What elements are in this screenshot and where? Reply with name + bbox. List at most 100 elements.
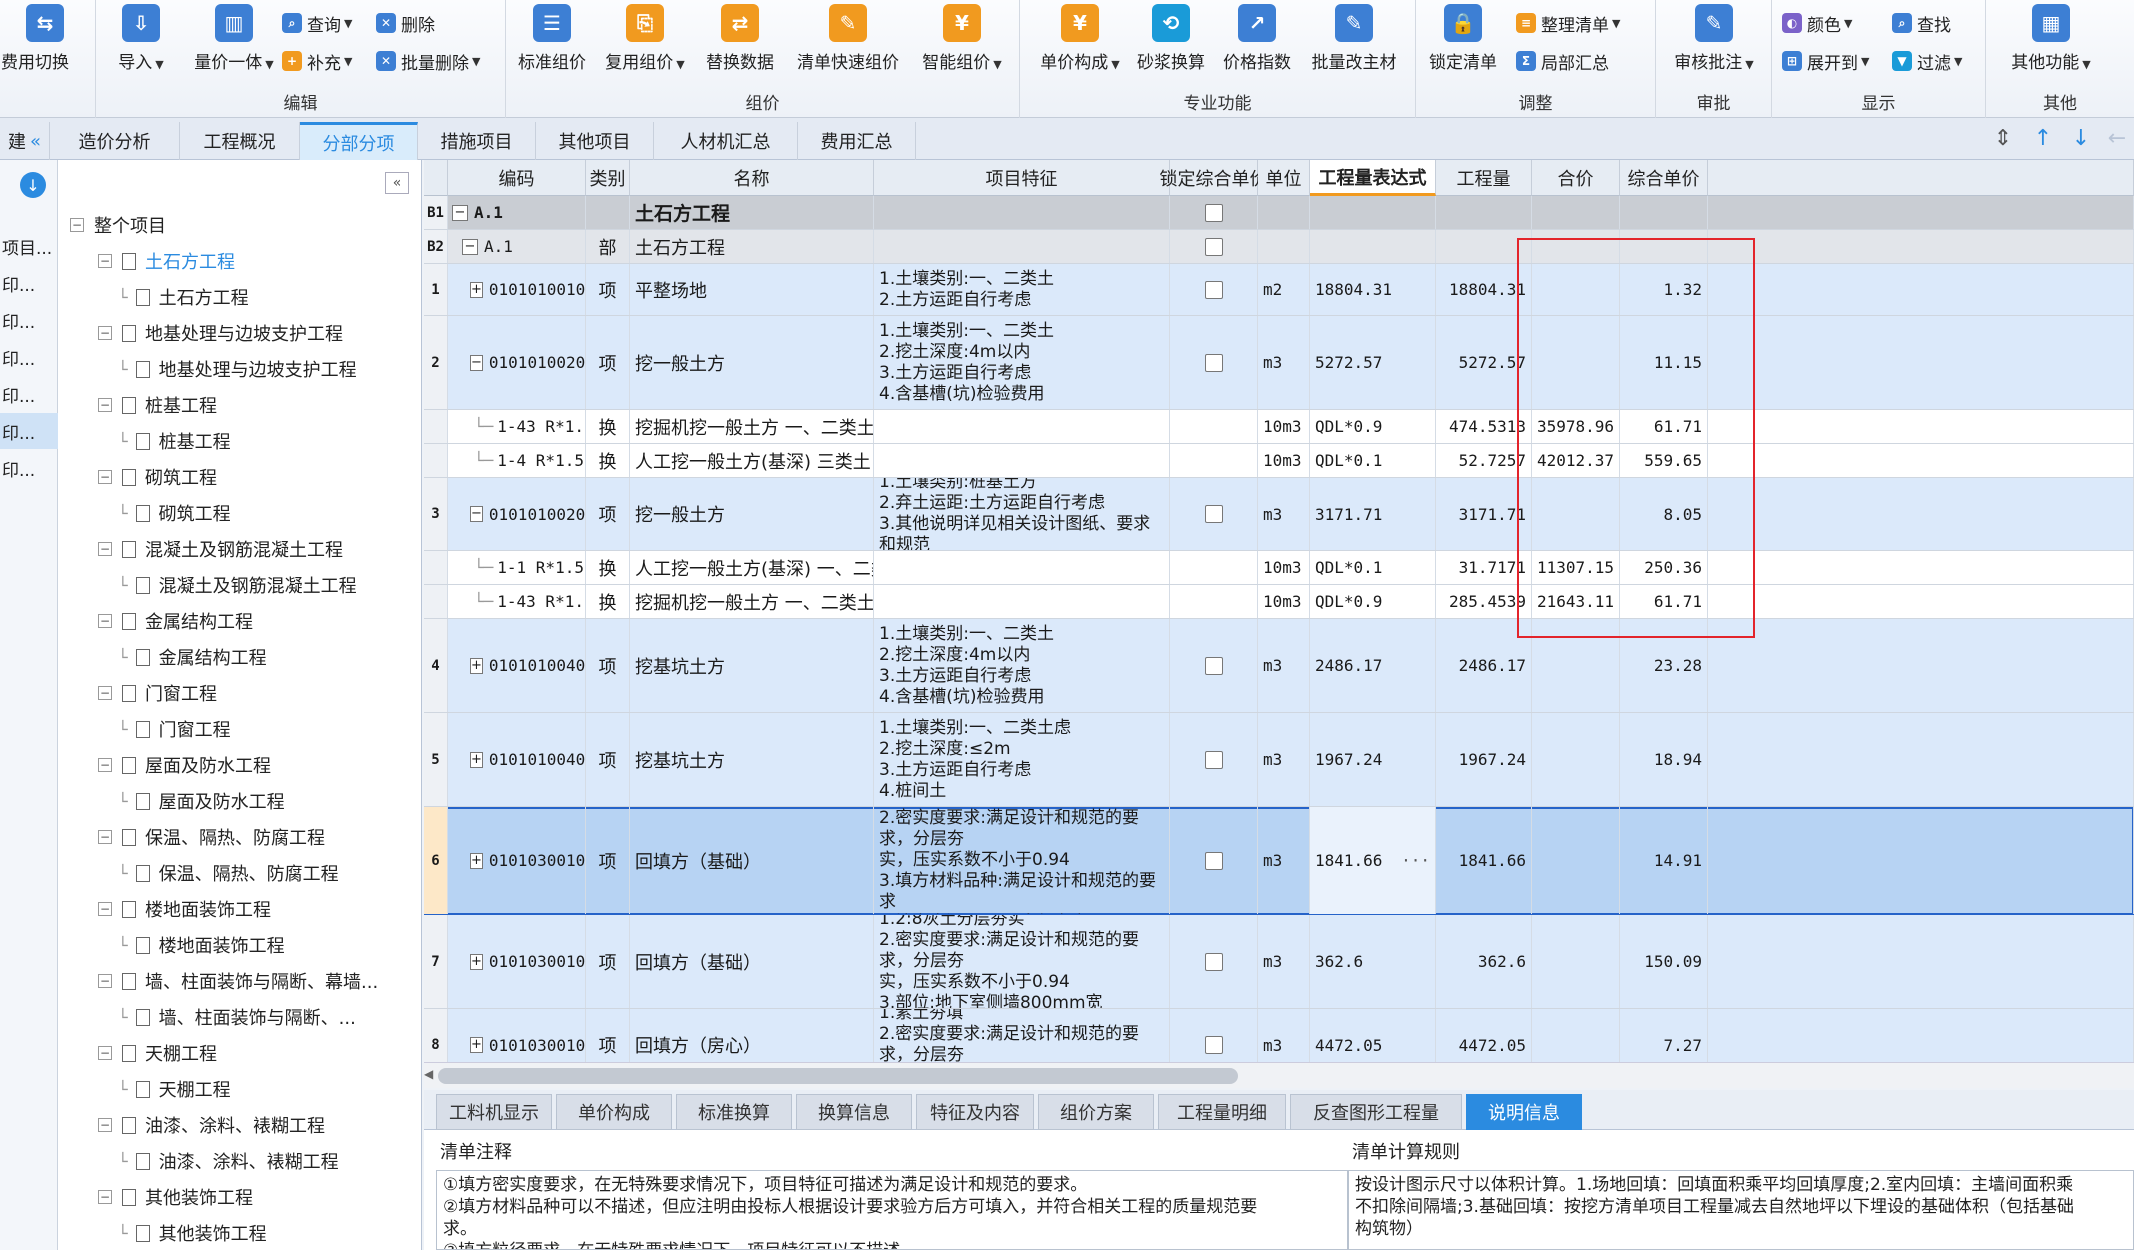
quantity-expression[interactable] — [1310, 230, 1436, 263]
table-row[interactable]: 7+010103001002项回填方（基础）1.2:8灰土分层夯实2.密实度要求… — [424, 915, 2134, 1009]
quantity-expression[interactable]: 2486.17 — [1310, 619, 1436, 712]
row-number[interactable]: 1 — [424, 264, 448, 315]
item-unit-price[interactable]: 23.28 — [1620, 619, 1708, 712]
tab-fee-summary[interactable]: 费用汇总 — [798, 122, 916, 160]
collapse-icon[interactable]: − — [98, 254, 112, 268]
item-quantity[interactable]: 1841.66 — [1436, 807, 1532, 914]
item-type[interactable]: 项 — [586, 1009, 630, 1062]
lock-price-checkbox[interactable] — [1204, 203, 1223, 222]
unit-price-compose-button[interactable]: ¥ 单价构成 ▼ — [1034, 4, 1126, 80]
item-unit-price[interactable]: 14.91 — [1620, 807, 1708, 914]
tree-node[interactable]: − 天棚工程 — [98, 1036, 217, 1070]
item-unit[interactable]: 10m3 — [1258, 551, 1310, 584]
item-features[interactable] — [874, 230, 1170, 263]
lock-price-cell[interactable] — [1170, 478, 1258, 550]
quantity-expression[interactable]: 3171.71 — [1310, 478, 1436, 550]
item-unit-price[interactable]: 61.71 — [1620, 585, 1708, 618]
collapse-icon[interactable]: − — [98, 758, 112, 772]
tree-node[interactable]: − 金属结构工程 — [98, 604, 253, 638]
row-number[interactable]: B1 — [424, 196, 448, 229]
header-row-no[interactable] — [424, 160, 448, 196]
collapse-icon[interactable]: − — [98, 398, 112, 412]
reuse-price-button[interactable]: ⎘ 复用组价 ▼ — [600, 4, 690, 80]
item-unit[interactable]: m3 — [1258, 1009, 1310, 1062]
item-total[interactable]: 35978.96 — [1532, 410, 1620, 443]
item-features[interactable]: 1.土壤类别:一、二类土 2.挖土深度:4m以内 3.土方运距自行考虑 4.含基槽(坑… — [874, 619, 1170, 712]
quantity-expression[interactable] — [1310, 196, 1436, 229]
header-unit-price[interactable]: 综合单价 — [1620, 160, 1708, 196]
item-total[interactable] — [1532, 807, 1620, 914]
quantity-price-button[interactable]: ▥ 量价一体 ▼ — [184, 4, 284, 80]
table-row[interactable]: 2−010101002001项挖一般土方1.土壤类别:一、二类土2.挖土深度:4… — [424, 316, 2134, 410]
item-unit-price[interactable]: 150.09 — [1620, 915, 1708, 1008]
table-row[interactable]: └─1-4 R*1.5换人工挖一般土方(基深) 三类土 ≤4m 10m3 QDL*0… — [424, 444, 2134, 478]
quick-price-button[interactable]: ✎ 清单快速组价 — [792, 4, 904, 80]
smart-price-button[interactable]: ¥ 智能组价 ▼ — [916, 4, 1008, 80]
collapse-icon[interactable]: − — [98, 830, 112, 844]
item-features[interactable] — [874, 444, 1170, 477]
partial-summary-button[interactable]: Σ 局部汇总 — [1516, 46, 1609, 76]
item-unit[interactable]: 10m3 — [1258, 410, 1310, 443]
item-type[interactable]: 换 — [586, 551, 630, 584]
item-unit-price[interactable]: 1.32 — [1620, 264, 1708, 315]
import-button[interactable]: ⇩ 导入 ▼ — [108, 4, 174, 80]
price-index-button[interactable]: ↗ 价格指数 — [1220, 4, 1294, 80]
project-strip-item[interactable]: 印... — [0, 265, 58, 301]
table-row[interactable]: 3−010101002002项挖一般土方1.土壤类别:桩基土方2.弃土运距:土方… — [424, 478, 2134, 551]
item-unit-price[interactable]: 61.71 — [1620, 410, 1708, 443]
table-row[interactable]: └─1-1 R*1.5换人工挖一般土方(基深) 一、二类土 ≤2m 10m3 QDL… — [424, 551, 2134, 585]
item-features[interactable]: 1.土壤类别:桩基土方 2.弃土运距:土方运距自行考虑 3.其他说明详见相关设计图纸… — [874, 478, 1170, 550]
expand-icon[interactable]: + — [470, 657, 483, 674]
item-total[interactable] — [1532, 264, 1620, 315]
tree-node[interactable]: − 砌筑工程 — [98, 460, 217, 494]
quantity-expression[interactable]: QDL*0.9 — [1310, 410, 1436, 443]
query-button[interactable]: ⌕ 查询 ▼ — [282, 8, 352, 38]
item-quantity[interactable]: 31.7171 — [1436, 551, 1532, 584]
item-code[interactable]: └─ 1-4 R*1.5 — [448, 444, 586, 477]
tree-node[interactable]: − 土石方工程 — [98, 244, 235, 278]
row-number[interactable] — [424, 551, 448, 584]
lock-price-checkbox[interactable] — [1204, 750, 1223, 769]
collapse-icon[interactable]: − — [98, 902, 112, 916]
item-total[interactable] — [1532, 230, 1620, 263]
tree-node[interactable]: └ 其他装饰工程 — [118, 1216, 267, 1250]
item-type[interactable]: 项 — [586, 807, 630, 914]
row-number[interactable]: 7 — [424, 915, 448, 1008]
item-unit[interactable]: m3 — [1258, 915, 1310, 1008]
tree-node[interactable]: └ 屋面及防水工程 — [118, 784, 285, 818]
item-unit-price[interactable]: 11.15 — [1620, 316, 1708, 409]
tree-node[interactable]: └ 门窗工程 — [118, 712, 231, 746]
header-quantity-expr[interactable]: 工程量表达式 — [1310, 160, 1436, 196]
lock-list-button[interactable]: 🔒 锁定清单 — [1426, 4, 1500, 80]
item-code[interactable]: └─1-43 R*1.5… — [448, 410, 586, 443]
lock-price-cell[interactable] — [1170, 196, 1258, 229]
table-row[interactable]: B1− A.1 土石方工程 — [424, 196, 2134, 230]
item-unit-price[interactable]: 8.05 — [1620, 478, 1708, 550]
item-code[interactable]: − A.1 — [448, 230, 586, 263]
tree-node[interactable]: └ 天棚工程 — [118, 1072, 231, 1106]
item-unit[interactable]: m3 — [1258, 478, 1310, 550]
expand-icon[interactable]: + — [470, 852, 483, 869]
row-number[interactable] — [424, 585, 448, 618]
tree-node[interactable]: − 油漆、涂料、裱糊工程 — [98, 1108, 325, 1142]
find-button[interactable]: ⌕ 查找 — [1892, 8, 1951, 38]
item-quantity[interactable]: 5272.57 — [1436, 316, 1532, 409]
tab-measure-items[interactable]: 措施项目 — [418, 122, 536, 160]
collapse-icon[interactable]: − — [98, 1190, 112, 1204]
header-quantity[interactable]: 工程量 — [1436, 160, 1532, 196]
item-unit-price[interactable] — [1620, 196, 1708, 229]
row-number[interactable]: B2 — [424, 230, 448, 263]
item-name[interactable]: 人工挖一般土方(基深) 一、二类土 ≤2m — [630, 551, 874, 584]
lock-price-cell[interactable] — [1170, 316, 1258, 409]
item-unit-price[interactable]: 559.65 — [1620, 444, 1708, 477]
collapse-columns-icon[interactable]: ⇕ — [1990, 124, 2016, 152]
tree-node[interactable]: − 墙、柱面装饰与隔断、幕墙... — [98, 964, 378, 998]
item-code[interactable]: +010101004002 — [448, 713, 586, 806]
detail-tab[interactable]: 换算信息 — [796, 1094, 912, 1130]
fee-switch-button[interactable]: ⇆ 费用切换 — [0, 4, 90, 80]
supplement-button[interactable]: + 补充 ▼ — [282, 46, 352, 76]
tree-node[interactable]: − 桩基工程 — [98, 388, 217, 422]
item-unit-price[interactable] — [1620, 230, 1708, 263]
organize-list-button[interactable]: ≡ 整理清单 ▼ — [1516, 8, 1620, 38]
tab-other-items[interactable]: 其他项目 — [536, 122, 654, 160]
